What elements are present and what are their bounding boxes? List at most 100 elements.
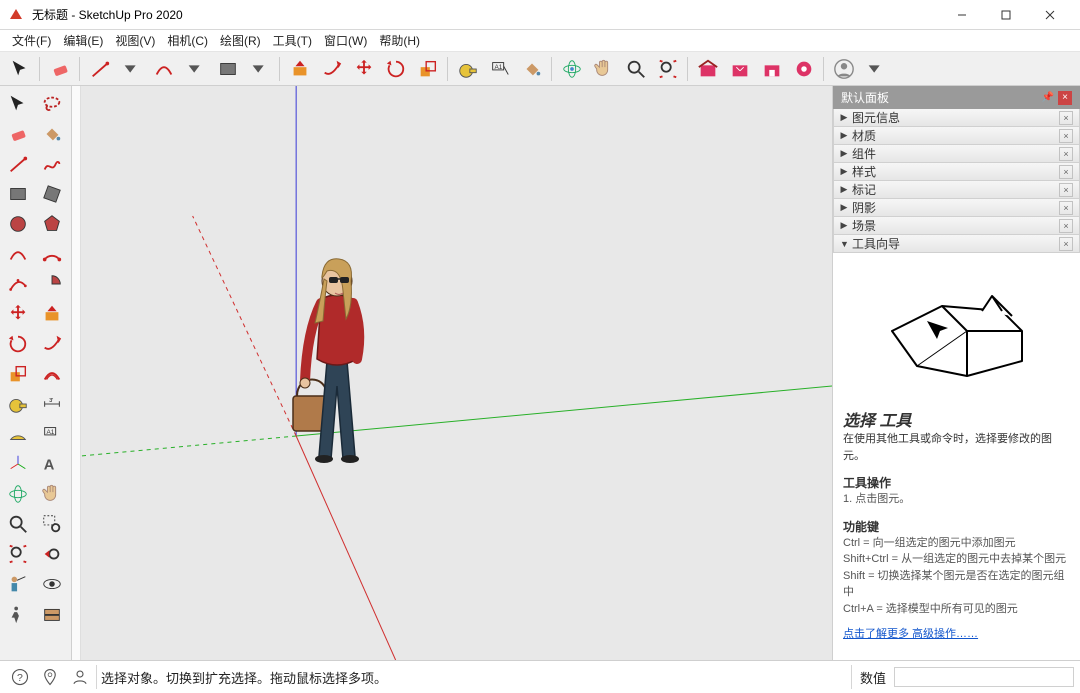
line-tool-dropdown[interactable] <box>118 55 146 83</box>
move-tool-button[interactable] <box>4 300 32 328</box>
pan-tool-button[interactable] <box>38 480 66 508</box>
panel-instructor[interactable]: ▼工具向导× <box>833 235 1080 253</box>
previous-view-button[interactable] <box>38 540 66 568</box>
paint-bucket-button[interactable] <box>518 55 546 83</box>
zoom-window-button[interactable] <box>38 510 66 538</box>
pan-tool-button[interactable] <box>590 55 618 83</box>
menu-edit[interactable]: 编辑(E) <box>57 30 109 51</box>
panel-close-icon[interactable]: × <box>1059 129 1073 143</box>
menu-window[interactable]: 窗口(W) <box>318 30 373 51</box>
offset-tool-button[interactable] <box>38 360 66 388</box>
protractor-tool-button[interactable] <box>4 420 32 448</box>
menu-tools[interactable]: 工具(T) <box>267 30 318 51</box>
axes-tool-button[interactable] <box>4 450 32 478</box>
zoom-tool-button[interactable] <box>622 55 650 83</box>
arc-tool-button[interactable] <box>150 55 178 83</box>
text-tool-button[interactable]: A1 <box>38 420 66 448</box>
tape-measure-button[interactable] <box>454 55 482 83</box>
panel-shadows[interactable]: ▶阴影× <box>833 199 1080 217</box>
pie-tool-button[interactable] <box>38 270 66 298</box>
panel-scenes[interactable]: ▶场景× <box>833 217 1080 235</box>
followme-tool-button[interactable] <box>318 55 346 83</box>
menu-camera[interactable]: 相机(C) <box>161 30 214 51</box>
freehand-tool-button[interactable] <box>38 150 66 178</box>
warehouse-button[interactable] <box>694 55 722 83</box>
window-minimize-button[interactable] <box>940 0 984 30</box>
geo-icon[interactable] <box>36 665 64 689</box>
pushpull-tool-button[interactable] <box>38 300 66 328</box>
menu-file[interactable]: 文件(F) <box>6 30 57 51</box>
extension-manager-button[interactable] <box>790 55 818 83</box>
extension-warehouse-button[interactable] <box>758 55 786 83</box>
dimension-tool-button[interactable]: 3' <box>38 390 66 418</box>
select-tool-button[interactable] <box>4 90 32 118</box>
instructor-desc: 在使用其他工具或命令时，选择要修改的图元。 <box>843 431 1070 464</box>
help-icon[interactable]: ? <box>6 665 34 689</box>
scale-tool-button[interactable] <box>414 55 442 83</box>
panel-close-icon[interactable]: × <box>1059 183 1073 197</box>
panel-components[interactable]: ▶组件× <box>833 145 1080 163</box>
text-tool-button[interactable]: A1 <box>486 55 514 83</box>
rectangle-tool-dropdown[interactable] <box>246 55 274 83</box>
zoom-extents-button[interactable] <box>4 540 32 568</box>
scale-tool-button[interactable] <box>4 360 32 388</box>
panel-close-icon[interactable]: × <box>1059 165 1073 179</box>
panel-close-icon[interactable]: × <box>1059 111 1073 125</box>
followme-tool-button[interactable] <box>38 330 66 358</box>
eraser-tool-button[interactable] <box>46 55 74 83</box>
paint-bucket-tool-button[interactable] <box>38 120 66 148</box>
credits-icon[interactable] <box>66 665 94 689</box>
panel-close-icon[interactable]: × <box>1059 201 1073 215</box>
user-account-button[interactable] <box>830 55 858 83</box>
orbit-tool-button[interactable] <box>4 480 32 508</box>
menu-draw[interactable]: 绘图(R) <box>214 30 267 51</box>
3dtext-tool-button[interactable]: A <box>38 450 66 478</box>
panel-close-icon[interactable]: × <box>1059 219 1073 233</box>
panel-styles[interactable]: ▶样式× <box>833 163 1080 181</box>
move-tool-button[interactable] <box>350 55 378 83</box>
viewport[interactable] <box>72 86 833 660</box>
tray-header[interactable]: 默认面板 📌 × <box>833 86 1080 109</box>
look-around-button[interactable] <box>38 570 66 598</box>
eraser-tool-button[interactable] <box>4 120 32 148</box>
zoom-tool-button[interactable] <box>4 510 32 538</box>
rotated-rectangle-button[interactable] <box>38 180 66 208</box>
lasso-tool-button[interactable] <box>38 90 66 118</box>
arc-tool-button[interactable] <box>4 240 32 268</box>
tray-pin-icon[interactable]: 📌 <box>1042 92 1054 103</box>
measurements-input[interactable] <box>894 667 1074 687</box>
twopoint-arc-button[interactable] <box>38 240 66 268</box>
rectangle-tool-button[interactable] <box>214 55 242 83</box>
position-camera-button[interactable] <box>4 570 32 598</box>
panel-materials[interactable]: ▶材质× <box>833 127 1080 145</box>
walk-tool-button[interactable] <box>4 600 32 628</box>
circle-tool-button[interactable] <box>4 210 32 238</box>
menu-view[interactable]: 视图(V) <box>109 30 161 51</box>
model-canvas[interactable] <box>81 86 832 660</box>
orbit-tool-button[interactable] <box>558 55 586 83</box>
line-tool-button[interactable] <box>4 150 32 178</box>
menu-help[interactable]: 帮助(H) <box>373 30 426 51</box>
panel-close-icon[interactable]: × <box>1059 237 1073 251</box>
warehouse-share-button[interactable] <box>726 55 754 83</box>
instructor-more-link[interactable]: 点击了解更多 高级操作…… <box>843 625 978 641</box>
panel-tags[interactable]: ▶标记× <box>833 181 1080 199</box>
panel-close-icon[interactable]: × <box>1059 147 1073 161</box>
line-tool-button[interactable] <box>86 55 114 83</box>
pushpull-tool-button[interactable] <box>286 55 314 83</box>
rectangle-tool-button[interactable] <box>4 180 32 208</box>
select-tool-button[interactable] <box>6 55 34 83</box>
threepoint-arc-button[interactable] <box>4 270 32 298</box>
window-close-button[interactable] <box>1028 0 1072 30</box>
rotate-tool-button[interactable] <box>4 330 32 358</box>
user-account-dropdown[interactable] <box>862 55 890 83</box>
window-maximize-button[interactable] <box>984 0 1028 30</box>
tape-measure-button[interactable] <box>4 390 32 418</box>
arc-tool-dropdown[interactable] <box>182 55 210 83</box>
tray-close-icon[interactable]: × <box>1058 91 1072 105</box>
polygon-tool-button[interactable] <box>38 210 66 238</box>
zoom-extents-button[interactable] <box>654 55 682 83</box>
rotate-tool-button[interactable] <box>382 55 410 83</box>
panel-entity-info[interactable]: ▶图元信息× <box>833 109 1080 127</box>
section-plane-button[interactable] <box>38 600 66 628</box>
